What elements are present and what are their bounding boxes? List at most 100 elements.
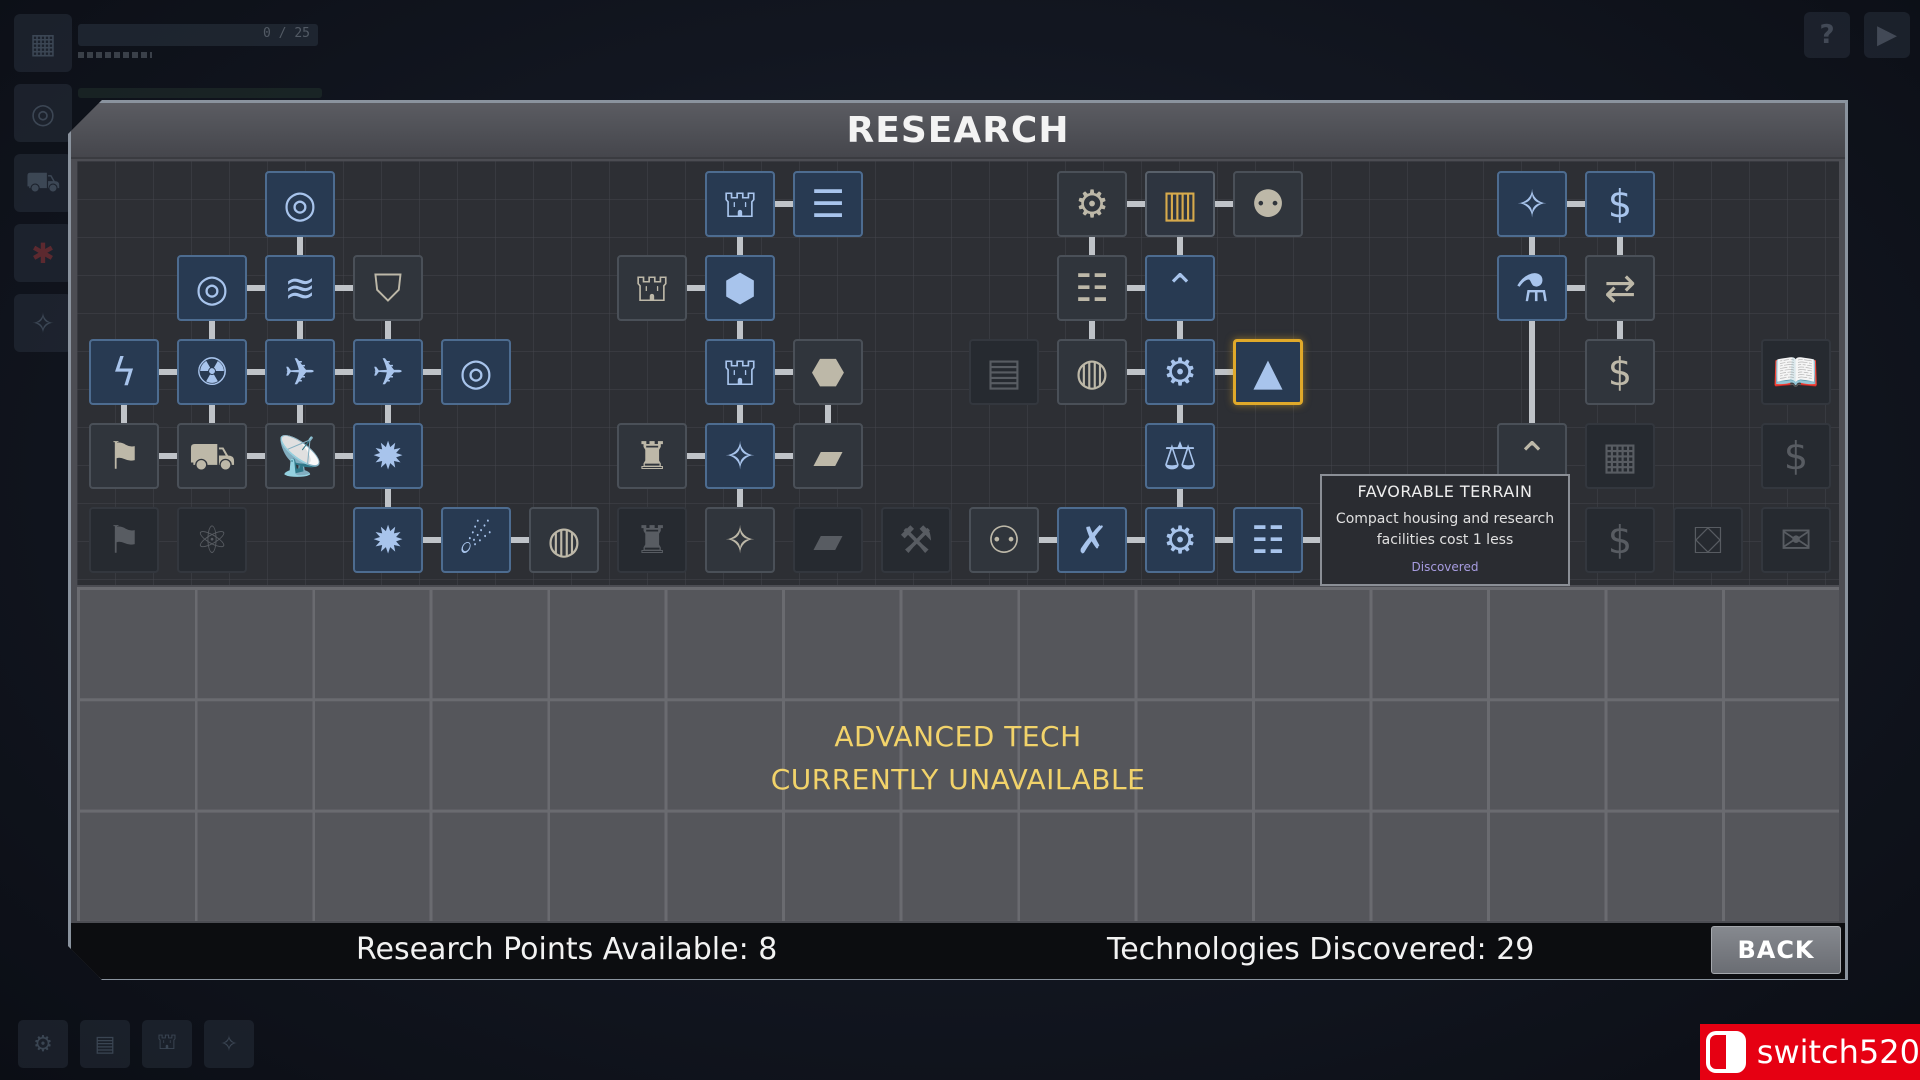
tech-node-spiked-mine-icon[interactable]: ✹ [353, 423, 423, 489]
technologies-discovered-label: Technologies Discovered: 29 [1107, 932, 1535, 967]
tech-node-oil-rig-icon[interactable]: ⛫ [617, 255, 687, 321]
tech-node-column-icon[interactable]: ☰ [793, 171, 863, 237]
tech-node-ingot-icon[interactable]: ▰ [793, 507, 863, 573]
cube-icon: ⬢ [723, 266, 757, 310]
tech-node-gear-wrench-icon[interactable]: ⚙ [1145, 339, 1215, 405]
tech-node-rover-icon[interactable]: ⛟ [177, 423, 247, 489]
mountain-icon: ▲ [1253, 350, 1283, 394]
tech-node-signal-wave-icon[interactable]: ≋ [265, 255, 335, 321]
lightning-icon: ϟ [111, 350, 137, 394]
coin-bag-icon: $ [1607, 350, 1633, 394]
tech-node-bricks-icon[interactable]: ▦ [1585, 423, 1655, 489]
tech-node-crystal-icon[interactable]: ✧ [705, 507, 775, 573]
background-top-right: ? ▶ [1804, 12, 1910, 58]
tech-node-lightning-icon[interactable]: ϟ [89, 339, 159, 405]
background-progress-bar: 0 / 25 [78, 24, 318, 46]
tooltip-title: FAVORABLE TERRAIN [1357, 482, 1533, 501]
tech-node-spaceship-icon[interactable]: ✈ [265, 339, 335, 405]
rank-chevron-icon: ⌃ [1164, 266, 1196, 310]
oil-rig-icon: ⛫ [722, 182, 758, 226]
mech-suit-icon: ♜ [634, 434, 670, 478]
tech-node-gear-wrench-icon[interactable]: ⚙ [1145, 507, 1215, 573]
tech-node-wrench-cross-icon[interactable]: ✗ [1057, 507, 1127, 573]
tech-node-spiked-mine-icon[interactable]: ✹ [353, 507, 423, 573]
comet-icon: ☄ [458, 518, 494, 562]
tech-node-exchange-icon[interactable]: ⇄ [1585, 255, 1655, 321]
tech-node-mountain-icon[interactable]: ▲ [1233, 339, 1303, 405]
crystal-icon: ✧ [724, 434, 756, 478]
tech-node-oil-rig-icon[interactable]: ⛫ [705, 171, 775, 237]
background-sidebar: ▦ ◎ ⛟ ✱ ✧ [14, 14, 74, 364]
tech-node-ingot-icon[interactable]: ▰ [793, 423, 863, 489]
tech-node-city-icon[interactable]: ▥ [1145, 171, 1215, 237]
tech-node-crystal-icon[interactable]: ✧ [705, 423, 775, 489]
tech-node-balance-scale-icon[interactable]: ⚖ [1145, 423, 1215, 489]
tech-node-blocks-icon[interactable]: ⬣ [793, 339, 863, 405]
ingot-icon: ▰ [813, 434, 843, 478]
background-settings-icon: ⚙ [18, 1020, 68, 1068]
tech-node-radar-icon[interactable]: ◎ [441, 339, 511, 405]
tech-node-mech-suit-icon[interactable]: ♜ [617, 507, 687, 573]
tech-node-banner-icon[interactable]: ⚑ [89, 507, 159, 573]
tech-node-crystal-icon[interactable]: ✧ [1497, 171, 1567, 237]
back-button[interactable]: BACK [1711, 926, 1841, 974]
tech-node-oil-rig-icon[interactable]: ⛫ [705, 339, 775, 405]
tech-node-treasure-chest-icon[interactable]: ⛋ [1673, 507, 1743, 573]
tech-node-mech-suit-icon[interactable]: ♜ [617, 423, 687, 489]
background-crystal-icon-2: ✧ [204, 1020, 254, 1068]
tech-node-planet-icon[interactable]: ◍ [1057, 339, 1127, 405]
wrench-cross-icon: ✗ [1076, 518, 1108, 562]
atom-icon: ⚛ [194, 518, 230, 562]
treasure-chest-icon: ⛋ [1693, 518, 1723, 562]
background-rig-icon: ⛫ [142, 1020, 192, 1068]
tech-node-reactor-icon[interactable]: ☢ [177, 339, 247, 405]
signal-wave-icon: ≋ [284, 266, 316, 310]
ingot-icon: ▰ [813, 518, 843, 562]
tech-node-layers-icon[interactable]: ☷ [1057, 255, 1127, 321]
panel-footer: Research Points Available: 8 Technologie… [71, 923, 1845, 979]
panel-header: RESEARCH [71, 103, 1845, 159]
tech-node-radar-icon[interactable]: ◎ [265, 171, 335, 237]
mech-suit-icon: ♜ [634, 518, 670, 562]
background-progress-label: 0 / 25 [263, 26, 310, 41]
tech-node-satellite-dish-icon[interactable]: 📡 [265, 423, 335, 489]
tech-node-population-icon[interactable]: ⚉ [1233, 171, 1303, 237]
radar-icon: ◎ [195, 266, 229, 310]
shield-icon: ⛉ [373, 266, 403, 310]
tech-node-layers-icon[interactable]: ☷ [1233, 507, 1303, 573]
radar-icon: ◎ [283, 182, 317, 226]
tech-node-gear-wrench-icon[interactable]: ⚙ [1057, 171, 1127, 237]
tech-node-drill-icon[interactable]: ⚒ [881, 507, 951, 573]
tech-node-coin-bag-icon[interactable]: $ [1585, 507, 1655, 573]
background-bottom-bar: ⚙ ▤ ⛫ ✧ [18, 1020, 254, 1068]
tech-node-coin-bag-icon[interactable]: $ [1585, 171, 1655, 237]
tech-node-radar-icon[interactable]: ◎ [177, 255, 247, 321]
background-secondary-bar [78, 88, 322, 98]
tech-node-atom-icon[interactable]: ⚛ [177, 507, 247, 573]
tech-node-cube-icon[interactable]: ⬢ [705, 255, 775, 321]
tech-node-book-icon[interactable]: 📖 [1761, 339, 1831, 405]
tech-node-comet-icon[interactable]: ☄ [441, 507, 511, 573]
reactor-icon: ☢ [194, 350, 230, 394]
tech-node-planet-icon[interactable]: ◍ [529, 507, 599, 573]
spiked-mine-icon: ✹ [372, 518, 404, 562]
watermark-text: switch520 [1756, 1033, 1920, 1071]
tech-node-spaceship-icon[interactable]: ✈ [353, 339, 423, 405]
tech-node-coin-bag-icon[interactable]: $ [1585, 339, 1655, 405]
gear-wrench-icon: ⚙ [1162, 350, 1198, 394]
background-map-icon: ▦ [14, 14, 72, 72]
tech-node-coin-bag-icon[interactable]: $ [1761, 423, 1831, 489]
tech-node-chat-bubbles-icon[interactable]: ✉ [1761, 507, 1831, 573]
tech-node-rank-chevron-icon[interactable]: ⌃ [1145, 255, 1215, 321]
tech-tooltip: FAVORABLE TERRAIN Compact housing and re… [1320, 474, 1570, 586]
tech-tree: ◎ ◎ ≋ ⛉ ϟ ☢ ✈ ✈ ◎ ⚑ ⛟ 📡 ✹ ⚑ ⚛ ✹ ☄ ◍ ⛫ ☰ ⛫ ⬢ ⛫ ⬣ ♜ ✧ ▰ ♜ ✧ ▰ ⚒ ▤ ⚇ ⚙ ▥ ⚉ ☷ ⌃ ◍ ⚙… [77, 161, 1839, 585]
tech-node-hierarchy-icon[interactable]: ⚇ [969, 507, 1039, 573]
tech-node-shield-icon[interactable]: ⛉ [353, 255, 423, 321]
drill-icon: ⚒ [898, 518, 934, 562]
tooltip-description-line-2: facilities cost 1 less [1376, 532, 1514, 548]
tech-node-flask-icon[interactable]: ⚗ [1497, 255, 1567, 321]
tech-node-banner-icon[interactable]: ⚑ [89, 423, 159, 489]
rank-chevron-icon: ⌃ [1516, 434, 1548, 478]
background-book-icon: ▤ [80, 1020, 130, 1068]
tech-node-money-stack-icon[interactable]: ▤ [969, 339, 1039, 405]
